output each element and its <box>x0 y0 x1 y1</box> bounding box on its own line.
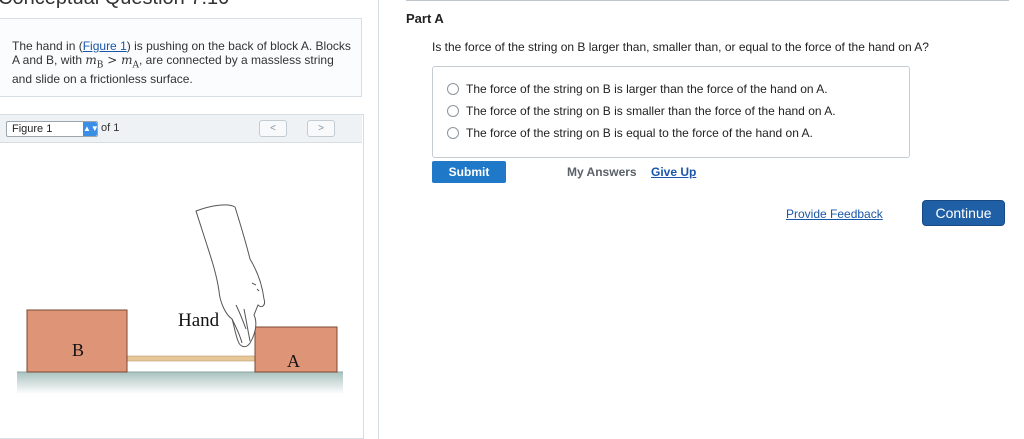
up-down-arrows-icon: ▲▼ <box>83 122 99 136</box>
math-ma: mA <box>121 53 139 71</box>
figure-panel: Figure 1 ▲▼ of 1 < > Hand B A <box>0 114 364 439</box>
figure-image: Hand B A <box>17 204 343 394</box>
top-rule <box>406 0 1009 1</box>
problem-statement-box: The hand in (Figure 1) is pushing on the… <box>0 18 362 97</box>
part-title: Part A <box>406 11 444 26</box>
next-figure-button[interactable]: > <box>307 120 335 137</box>
give-up-link[interactable]: Give Up <box>651 165 696 179</box>
continue-button[interactable]: Continue <box>922 200 1005 226</box>
previous-figure-button[interactable]: < <box>259 120 287 137</box>
radio-button[interactable] <box>447 127 459 139</box>
frictionless-surface <box>17 372 343 394</box>
chevron-left-icon: < <box>270 123 276 134</box>
option-larger[interactable]: The force of the string on B is larger t… <box>447 82 828 98</box>
figure-select[interactable]: Figure 1 ▲▼ <box>6 121 99 137</box>
question-text: Is the force of the string on B larger t… <box>432 40 929 54</box>
my-answers-label: My Answers <box>567 165 637 179</box>
submit-button[interactable]: Submit <box>432 161 506 183</box>
option-equal[interactable]: The force of the string on B is equal to… <box>447 126 813 142</box>
radio-button[interactable] <box>447 105 459 117</box>
figure-toolbar: Figure 1 ▲▼ of 1 < > <box>0 115 362 143</box>
label-hand: Hand <box>178 310 220 331</box>
answer-options: The force of the string on B is larger t… <box>432 66 910 158</box>
option-smaller[interactable]: The force of the string on B is smaller … <box>447 104 836 120</box>
label-b: B <box>72 340 84 360</box>
chevron-right-icon: > <box>318 123 324 134</box>
math-mb: mB <box>85 53 104 71</box>
figure-count: of 1 <box>101 122 120 134</box>
radio-button[interactable] <box>447 83 459 95</box>
string <box>126 355 256 362</box>
column-divider <box>378 0 379 439</box>
page-title: Conceptual Question 7.10 <box>0 0 229 10</box>
provide-feedback-link[interactable]: Provide Feedback <box>786 207 883 221</box>
label-a: A <box>287 351 300 371</box>
left-column: The hand in (Figure 1) is pushing on the… <box>0 18 364 439</box>
problem-statement: The hand in (Figure 1) is pushing on the… <box>12 39 351 87</box>
figure-link[interactable]: Figure 1 <box>83 39 127 53</box>
